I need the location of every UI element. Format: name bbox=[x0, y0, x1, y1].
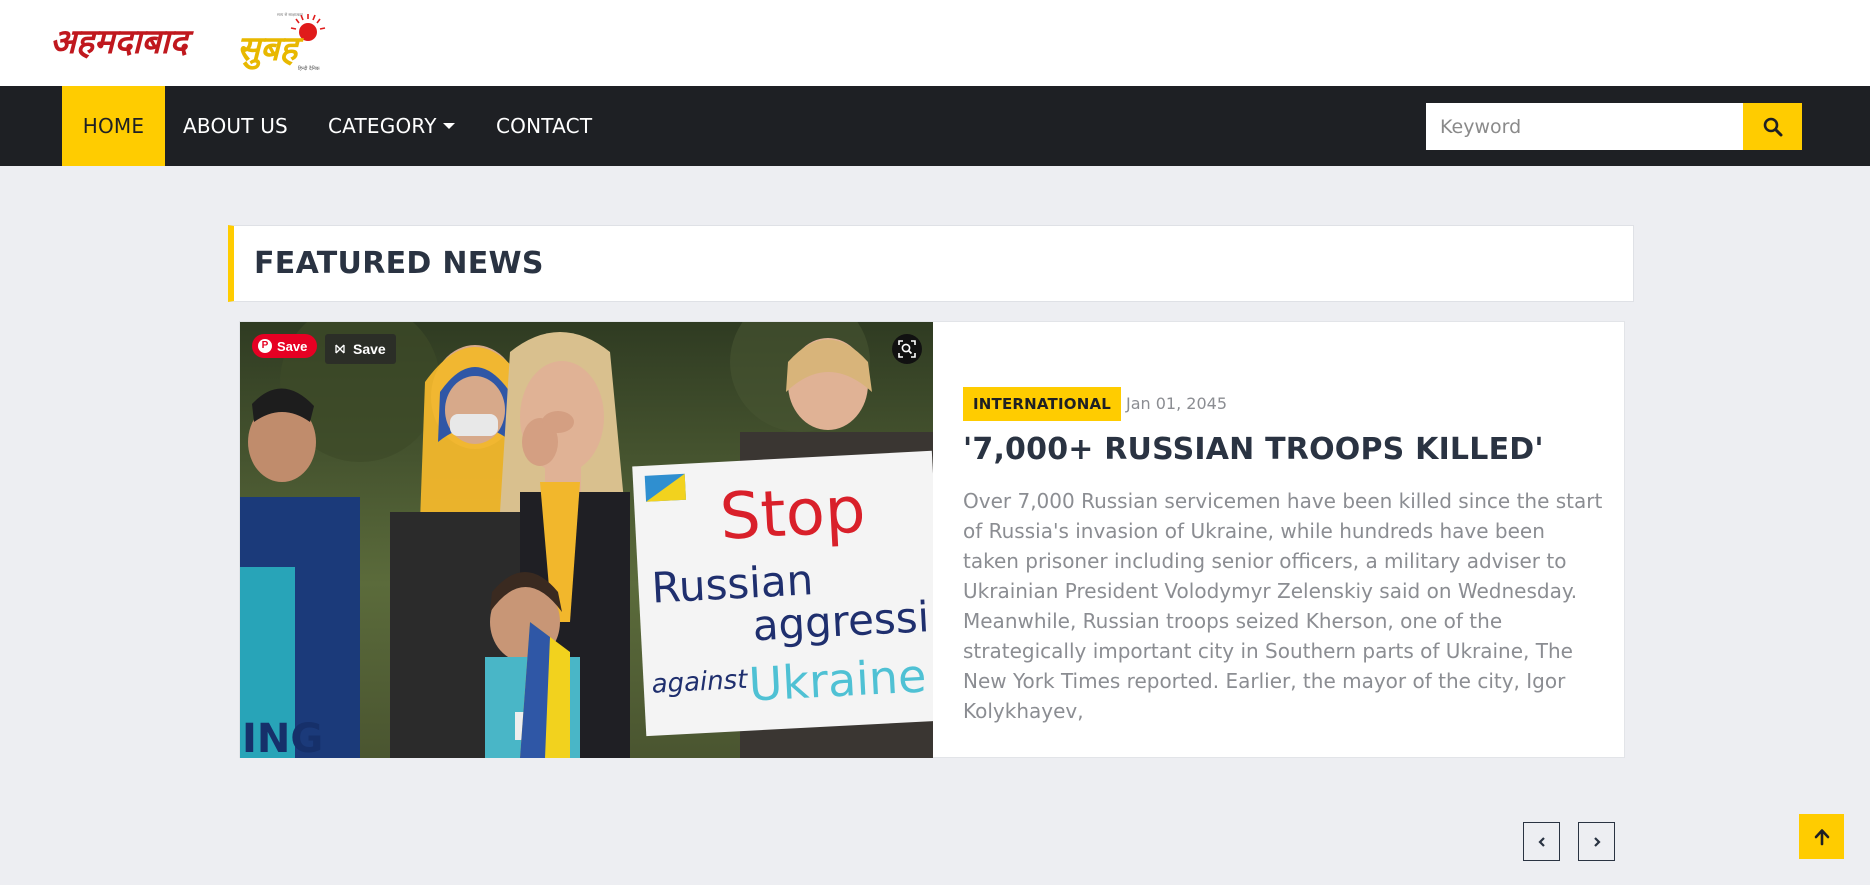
pinterest-save-button[interactable]: P Save bbox=[252, 334, 318, 358]
search-input[interactable] bbox=[1426, 103, 1743, 150]
arrow-up-icon bbox=[1814, 828, 1829, 845]
svg-text:against: against bbox=[651, 665, 749, 700]
svg-text:Ukraine: Ukraine bbox=[747, 648, 927, 711]
bookmark-icon bbox=[335, 344, 345, 354]
article-date: Jan 01, 2045 bbox=[1126, 394, 1227, 413]
nav-item-category[interactable]: CATEGORY bbox=[310, 86, 473, 166]
svg-text:सुबह: सुबह bbox=[237, 29, 304, 70]
carousel-next-button[interactable] bbox=[1578, 822, 1615, 861]
nav-item-about-us[interactable]: ABOUT US bbox=[165, 86, 306, 166]
search-icon bbox=[1763, 117, 1782, 136]
featured-section-header: FEATURED NEWS bbox=[228, 225, 1634, 302]
section-title: FEATURED NEWS bbox=[254, 246, 544, 281]
search-button[interactable] bbox=[1743, 103, 1802, 150]
article-summary: Over 7,000 Russian servicemen have been … bbox=[963, 489, 1603, 723]
carousel-prev-button[interactable] bbox=[1523, 822, 1560, 861]
site-logo[interactable]: सत्य से साक्षात्कार अहमदाबाद सुबह हिन्दी… bbox=[50, 10, 332, 74]
chevron-right-icon bbox=[1593, 836, 1601, 847]
svg-text:सत्य से साक्षात्कार: सत्य से साक्षात्कार bbox=[277, 12, 303, 17]
article-image[interactable]: Stop Russian aggressi against Ukraine IN… bbox=[240, 322, 933, 758]
svg-text:aggressi: aggressi bbox=[751, 592, 930, 650]
logo-graphic: सत्य से साक्षात्कार अहमदाबाद सुबह हिन्दी… bbox=[50, 12, 326, 72]
chevron-left-icon bbox=[1537, 836, 1545, 847]
svg-text:अहमदाबाद: अहमदाबाद bbox=[50, 22, 194, 62]
back-to-top-button[interactable] bbox=[1799, 814, 1844, 859]
nav-item-home[interactable]: HOME bbox=[62, 86, 165, 166]
header-bar: सत्य से साक्षात्कार अहमदाबाद सुबह हिन्दी… bbox=[0, 0, 1870, 86]
article-headline[interactable]: '7,000+ RUSSIAN TROOPS KILLED' bbox=[963, 432, 1544, 467]
save-button[interactable]: Save bbox=[325, 334, 396, 364]
caret-down-icon bbox=[442, 122, 455, 129]
visual-search-icon bbox=[898, 340, 916, 358]
category-badge[interactable]: INTERNATIONAL bbox=[963, 387, 1122, 421]
svg-text:ING: ING bbox=[242, 716, 323, 758]
nav-item-contact[interactable]: CONTACT bbox=[478, 86, 610, 166]
svg-text:Stop: Stop bbox=[718, 473, 867, 555]
article-photo: Stop Russian aggressi against Ukraine IN… bbox=[240, 322, 933, 758]
svg-text:हिन्दी दैनिक: हिन्दी दैनिक bbox=[298, 65, 320, 72]
pinterest-icon: P bbox=[258, 339, 272, 353]
pinterest-save-label: Save bbox=[277, 338, 308, 354]
nav-item-category-label: CATEGORY bbox=[328, 114, 437, 138]
featured-news-card[interactable]: Stop Russian aggressi against Ukraine IN… bbox=[239, 321, 1625, 758]
save-label: Save bbox=[353, 341, 386, 357]
visual-search-button[interactable] bbox=[892, 334, 922, 364]
